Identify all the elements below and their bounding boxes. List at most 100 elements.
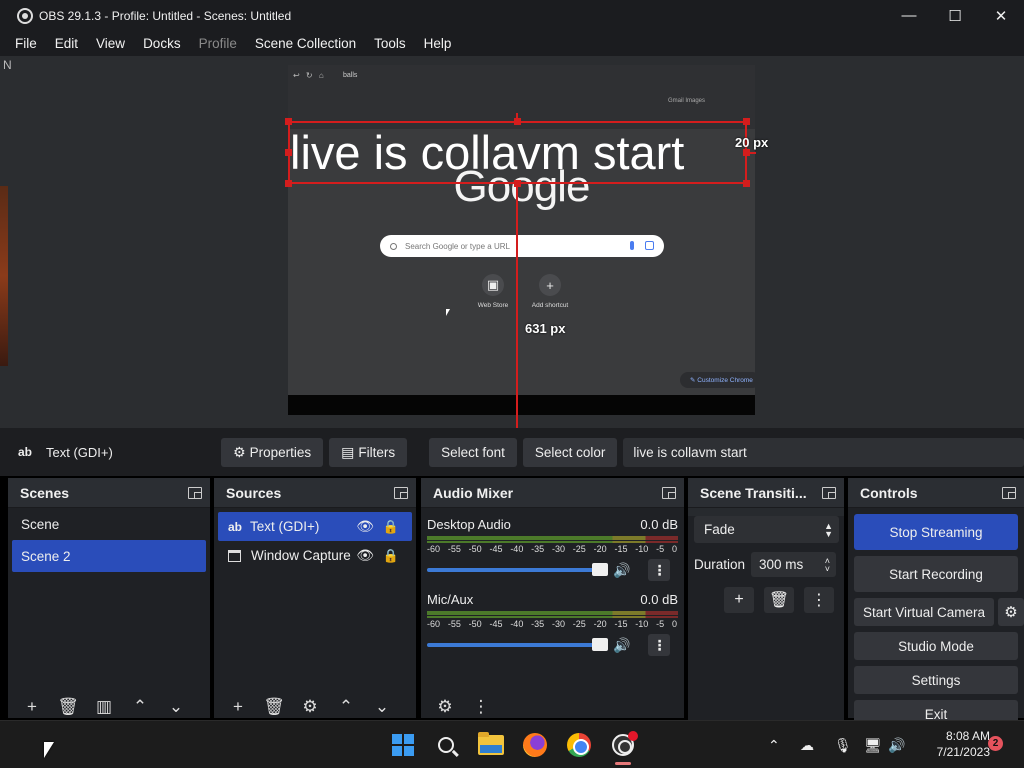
preview-canvas[interactable]: ↩ ↻ ⌂ balls Gmail Images Google Search G… (288, 65, 755, 415)
menu-tools[interactable]: Tools (365, 36, 415, 51)
preview-area[interactable]: N ↩ ↻ ⌂ balls Gmail Images Google Search… (0, 56, 1024, 428)
windows-taskbar: ⌃ ☁ 🎙 🖥 🔊 8:08 AM 7/21/2023 (0, 720, 1024, 768)
volume-slider[interactable] (427, 638, 608, 651)
captured-search-box: Search Google or type a URL (380, 235, 664, 257)
chevron-up-icon[interactable]: ⌃ (768, 721, 780, 768)
studio-mode-button[interactable]: Studio Mode (854, 632, 1018, 660)
lock-icon[interactable]: 🔒 (383, 519, 399, 535)
start-recording-button[interactable]: Start Recording (854, 556, 1018, 592)
chevron-up-icon[interactable]: ⌃ (334, 696, 358, 718)
chevron-down-icon[interactable]: ⌄ (370, 696, 394, 718)
resize-handle-br[interactable] (743, 180, 750, 187)
menu-docks[interactable]: Docks (134, 36, 190, 51)
microphone-icon[interactable]: 🎙 (834, 721, 852, 768)
file-explorer-icon[interactable] (477, 731, 505, 759)
duration-input[interactable]: 300 ms ˄ ˅ (751, 552, 837, 577)
undock-icon[interactable] (822, 486, 836, 499)
resize-handle-tr[interactable] (743, 118, 750, 125)
scene-item-scene[interactable]: Scene (12, 508, 206, 540)
resize-handle-bl[interactable] (285, 180, 292, 187)
resize-handle-tl[interactable] (285, 118, 292, 125)
cloud-offline-icon[interactable]: ☁ (800, 721, 814, 768)
text-value-input[interactable]: live is collavm start (623, 437, 1024, 467)
clock-time: 8:08 AM (945, 729, 990, 743)
maximize-button[interactable]: ☐ (932, 0, 978, 31)
transition-select[interactable]: Fade ▲ ▼ (694, 516, 839, 543)
menu-profile[interactable]: Profile (190, 36, 246, 51)
system-clock[interactable]: 8:08 AM 7/21/2023 (914, 728, 990, 760)
source-item-text[interactable]: ab Text (GDI+) 👁 🔒 (218, 512, 412, 541)
menu-file[interactable]: File (6, 36, 46, 51)
source-item-window-capture[interactable]: Window Capture 👁 🔒 (218, 541, 412, 570)
lock-icon[interactable]: 🔒 (383, 548, 399, 564)
active-app-indicator (615, 762, 631, 765)
scene-filters-icon[interactable]: ▥ (92, 696, 116, 718)
resize-handle-ml[interactable] (285, 149, 292, 156)
spinner-icon[interactable]: ˄ ˅ (825, 556, 830, 573)
filters-button[interactable]: ▤ Filters (329, 437, 408, 467)
speaker-icon[interactable]: 🔊 (613, 562, 630, 579)
guide-line-vertical (516, 184, 518, 428)
menu-help[interactable]: Help (415, 36, 461, 51)
customize-label: Customize Chrome (697, 376, 753, 384)
trash-icon[interactable]: 🗑 (764, 587, 794, 613)
add-source-button[interactable]: + (226, 696, 250, 718)
eye-icon[interactable]: 👁 (356, 547, 374, 564)
obs-app-icon (17, 7, 33, 24)
audio-mixer-title: Audio Mixer (433, 484, 514, 501)
undock-icon[interactable] (188, 486, 202, 499)
guide-line-horizontal (747, 152, 756, 154)
selected-source-name: Text (GDI+) (46, 444, 113, 460)
speaker-icon[interactable]: 🔊 (613, 637, 630, 654)
slider-thumb[interactable] (592, 563, 608, 576)
settings-button[interactable]: Settings (854, 666, 1018, 694)
shortcut-label: Web Store (477, 302, 509, 309)
trash-icon[interactable]: 🗑 (262, 696, 286, 718)
windows-start-icon[interactable] (389, 731, 417, 759)
scene-item-scene-2[interactable]: Scene 2 (12, 540, 206, 572)
volume-icon[interactable]: 🔊 (888, 721, 905, 768)
close-button[interactable]: ✕ (978, 0, 1024, 31)
menu-edit[interactable]: Edit (46, 36, 87, 51)
more-options-icon[interactable]: ⋮ (804, 587, 834, 613)
resize-handle-tc[interactable] (514, 118, 521, 125)
add-transition-button[interactable]: + (724, 587, 754, 613)
properties-button[interactable]: ⚙ Properties (221, 437, 324, 467)
undock-icon[interactable] (662, 486, 676, 499)
undock-icon[interactable] (1002, 486, 1016, 499)
recording-indicator-icon (628, 731, 638, 741)
eye-icon[interactable]: 👁 (356, 518, 374, 535)
select-font-button[interactable]: Select font (429, 437, 517, 467)
gear-icon[interactable]: ⚙ (298, 696, 322, 718)
select-color-button[interactable]: Select color (522, 437, 618, 467)
gear-icon[interactable]: ⚙ (998, 598, 1024, 626)
volume-slider[interactable] (427, 563, 608, 576)
more-options-icon[interactable]: ⋮ (648, 559, 671, 581)
more-options-icon[interactable]: ⋮ (469, 696, 493, 718)
shortcut-label: Add shortcut (531, 302, 569, 309)
firefox-icon[interactable] (521, 731, 549, 759)
advanced-audio-gear-icon[interactable]: ⚙ (433, 696, 457, 718)
menu-scene-collection[interactable]: Scene Collection (246, 36, 365, 51)
sources-dock: Sources ab Text (GDI+) 👁 🔒 Window Captur… (214, 478, 416, 718)
mouse-cursor-icon (44, 742, 54, 758)
captured-search-placeholder: Search Google or type a URL (405, 241, 510, 251)
chevron-down-icon[interactable]: ⌄ (164, 696, 188, 718)
source-name: Text (GDI+) (250, 519, 320, 534)
more-options-icon[interactable]: ⋮ (648, 634, 671, 656)
chevron-up-icon[interactable]: ⌃ (128, 696, 152, 718)
channel-name: Desktop Audio (427, 517, 511, 532)
menu-view[interactable]: View (87, 36, 134, 51)
notification-badge[interactable]: 2 (988, 736, 1003, 751)
slider-thumb[interactable] (592, 638, 608, 651)
source-selection-box[interactable] (288, 121, 747, 184)
chrome-icon[interactable] (565, 731, 593, 759)
network-icon[interactable]: 🖥 (864, 721, 882, 768)
trash-icon[interactable]: 🗑 (56, 696, 80, 718)
undock-icon[interactable] (394, 486, 408, 499)
start-virtual-camera-button[interactable]: Start Virtual Camera (854, 598, 994, 626)
search-icon[interactable] (432, 731, 460, 759)
minimize-button[interactable]: — (886, 0, 932, 31)
add-scene-button[interactable]: + (20, 696, 44, 718)
stop-streaming-button[interactable]: Stop Streaming (854, 514, 1018, 550)
